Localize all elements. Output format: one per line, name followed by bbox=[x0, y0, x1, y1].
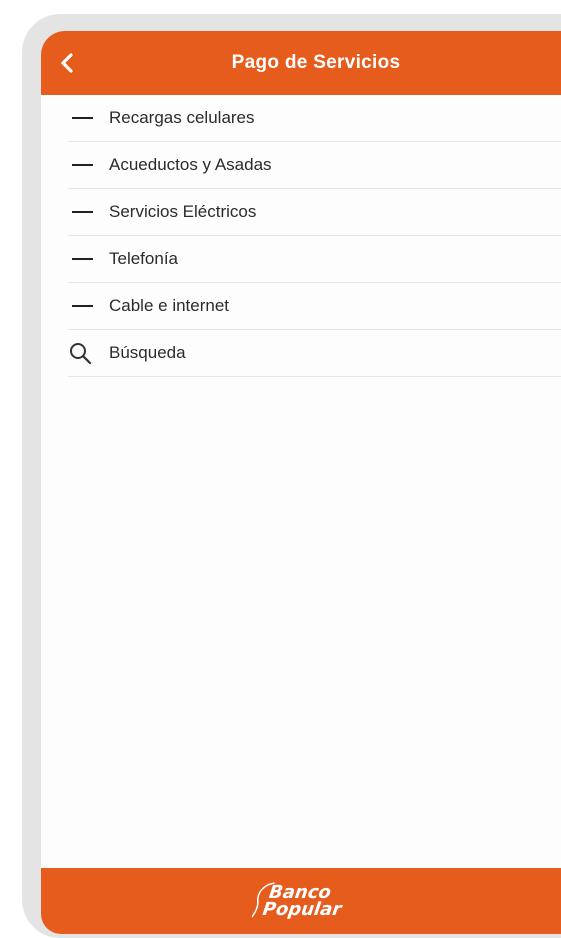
menu-item-recargas-celulares[interactable]: Recargas celulares bbox=[68, 95, 561, 142]
banco-popular-logo: Banco Popular bbox=[251, 882, 344, 920]
menu-item-label: Recargas celulares bbox=[109, 108, 255, 127]
menu-item-telefonia[interactable]: Telefonía bbox=[68, 236, 561, 283]
menu-item-label: Acueductos y Asadas bbox=[109, 155, 272, 174]
dash-icon bbox=[72, 305, 93, 307]
dash-icon bbox=[72, 117, 93, 119]
top-bar: Pago de Servicios bbox=[41, 31, 561, 95]
menu-item-label: Cable e internet bbox=[109, 296, 230, 315]
menu-item-busqueda[interactable]: Búsqueda bbox=[68, 330, 561, 377]
menu-item-acueductos-y-asadas[interactable]: Acueductos y Asadas bbox=[68, 142, 561, 189]
page-title: Pago de Servicios bbox=[231, 52, 401, 73]
app-screen: Pago de Servicios Recargas celulares Acu… bbox=[41, 31, 561, 934]
menu-item-cable-e-internet[interactable]: Cable e internet bbox=[68, 283, 561, 330]
menu-item-label: Búsqueda bbox=[109, 343, 186, 362]
menu-item-label: Telefonía bbox=[109, 249, 178, 268]
dash-icon bbox=[72, 211, 93, 213]
services-menu: Recargas celulares Acueductos y Asadas S… bbox=[68, 95, 561, 377]
dash-icon bbox=[72, 164, 93, 166]
menu-item-servicios-electricos[interactable]: Servicios Eléctricos bbox=[68, 189, 561, 236]
footer-bar: Banco Popular bbox=[41, 868, 561, 934]
menu-item-label: Servicios Eléctricos bbox=[109, 202, 257, 221]
search-icon bbox=[70, 343, 92, 365]
dash-icon bbox=[72, 258, 93, 260]
